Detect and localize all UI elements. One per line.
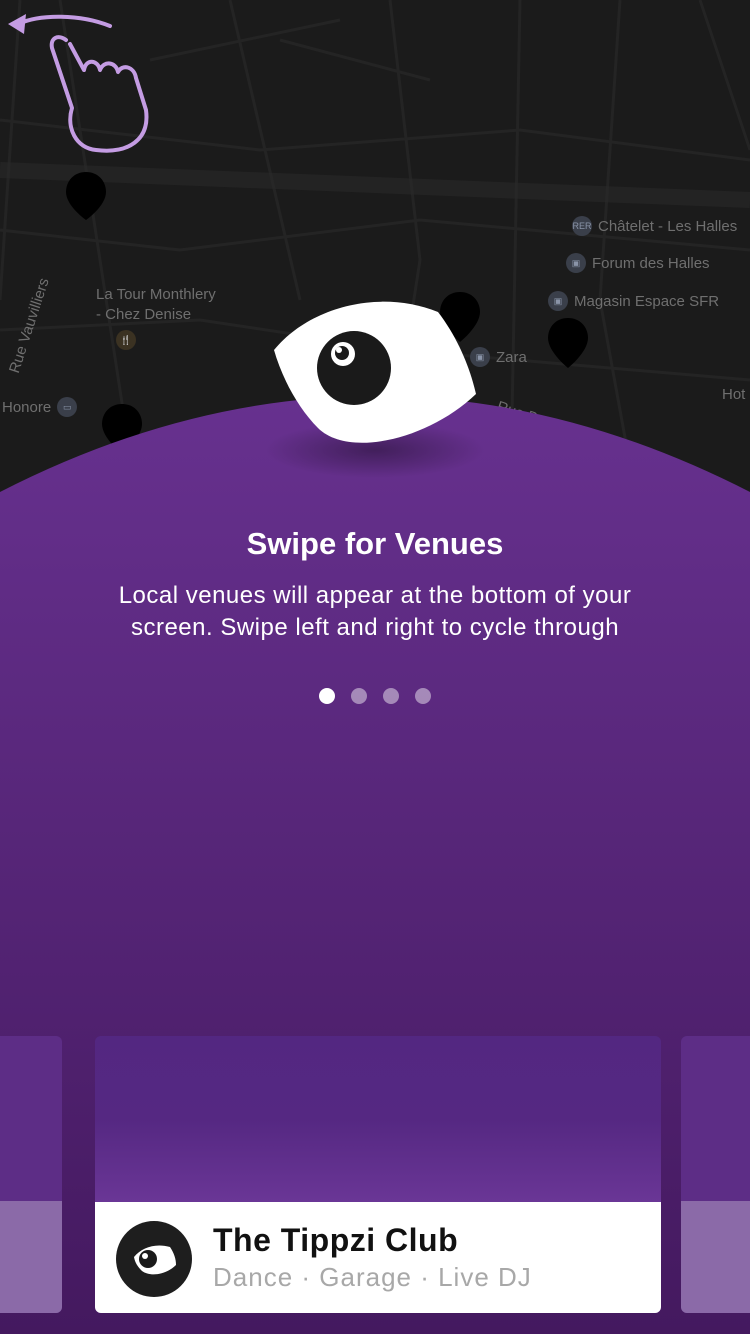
- onboarding-overlay: Swipe for Venues Local venues will appea…: [0, 0, 750, 1334]
- onboarding-description: Local venues will appear at the bottom o…: [118, 582, 632, 641]
- page-dot-3[interactable]: [383, 688, 399, 704]
- page-dot-1[interactable]: [319, 688, 335, 704]
- card-info-band: [681, 1201, 750, 1313]
- page-dot-2[interactable]: [351, 688, 367, 704]
- venue-card-previous[interactable]: [0, 1036, 62, 1313]
- page-indicator: [0, 688, 750, 704]
- venue-name: The Tippzi Club: [213, 1222, 459, 1258]
- eye-icon: [274, 301, 476, 443]
- page-dot-4[interactable]: [415, 688, 431, 704]
- card-info-band: [0, 1201, 62, 1313]
- venue-tags: Dance · Garage · Live DJ: [213, 1262, 532, 1292]
- venue-avatar: [116, 1221, 192, 1297]
- venue-eye-icon: [134, 1245, 176, 1275]
- venue-card[interactable]: The Tippzi Club Dance · Garage · Live DJ: [95, 1036, 661, 1313]
- onboarding-title: Swipe for Venues: [246, 526, 504, 561]
- venue-card-next[interactable]: [681, 1036, 750, 1313]
- swipe-gesture-icon: [8, 14, 149, 153]
- venue-card-info[interactable]: The Tippzi Club Dance · Garage · Live DJ: [95, 1202, 661, 1313]
